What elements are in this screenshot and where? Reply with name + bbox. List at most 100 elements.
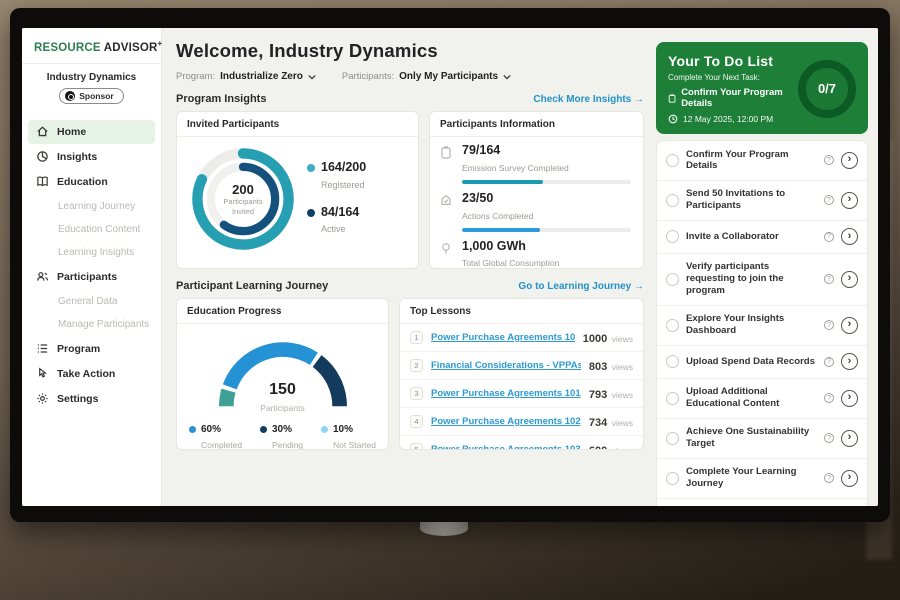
chevron-right-icon[interactable]: ›: [841, 353, 858, 370]
sidebar-item-home[interactable]: Home: [28, 120, 155, 144]
clipboard-icon: [668, 93, 676, 104]
task-row[interactable]: Verify participants requesting to join t…: [657, 254, 867, 306]
chevron-right-icon[interactable]: ›: [841, 430, 858, 447]
sidebar-item-manage-participants[interactable]: Manage Participants: [28, 313, 155, 336]
gauge-center-value: 150: [208, 382, 358, 398]
task-row[interactable]: Send 50 Invitations to Participants ? ›: [657, 181, 867, 221]
lesson-row: 5 Power Purchase Agreements 103 600 view…: [400, 436, 643, 450]
invited-participants-card: Invited Participants 200 Partic: [176, 111, 419, 269]
legend-dot: [307, 164, 315, 172]
task-row[interactable]: Explore Your Insights Dashboard ? ›: [657, 306, 867, 346]
chevron-right-icon[interactable]: ›: [841, 390, 858, 407]
lesson-row: 3 Power Purchase Agreements 101 793 view…: [400, 380, 643, 408]
go-to-learning-journey-link[interactable]: Go to Learning Journey →: [518, 281, 644, 292]
chevron-right-icon[interactable]: ›: [841, 271, 858, 288]
sidebar-item-label: Take Action: [57, 368, 115, 380]
task-checkbox[interactable]: [666, 392, 679, 405]
task-row[interactable]: Confirm Your Program Details ? ›: [657, 141, 867, 181]
lesson-rank: 2: [410, 359, 423, 372]
sponsor-badge[interactable]: Sponsor: [59, 88, 123, 104]
top-lessons-card: Top Lessons 1 Power Purchase Agreements …: [399, 298, 644, 450]
lesson-views: 600 views: [589, 441, 633, 451]
sidebar-item-education[interactable]: Education: [28, 170, 155, 194]
sidebar-item-learning-journey[interactable]: Learning Journey: [28, 195, 155, 218]
stat-emission-survey: 79/164Emission Survey Completed: [440, 144, 631, 176]
legend-not-started: 10%Not Started: [321, 424, 376, 450]
card-title: Top Lessons: [400, 299, 643, 324]
legend-active: 84/164Active: [307, 206, 366, 237]
lesson-link[interactable]: Financial Considerations - VPPAs: [431, 360, 581, 371]
legend-pending: 30%Pending: [260, 424, 303, 450]
task-checkbox[interactable]: [666, 230, 679, 243]
task-checkbox[interactable]: [666, 154, 679, 167]
chevron-right-icon[interactable]: ›: [841, 152, 858, 169]
task-checkbox[interactable]: [666, 355, 679, 368]
collapse-tasks-link[interactable]: Collapse Tasks: [657, 499, 867, 506]
chevron-right-icon[interactable]: ›: [841, 228, 858, 245]
task-row[interactable]: Complete Your Learning Journey ? ›: [657, 459, 867, 499]
info-icon[interactable]: ?: [824, 320, 834, 330]
chevron-right-icon[interactable]: ›: [841, 192, 858, 209]
info-icon[interactable]: ?: [824, 433, 834, 443]
program-insights-title: Program Insights: [176, 93, 266, 105]
todo-next-task: Confirm Your Program Details: [681, 87, 792, 109]
lesson-views: 803 views: [589, 357, 633, 375]
info-icon[interactable]: ?: [824, 232, 834, 242]
lesson-row: 1 Power Purchase Agreements 101 1000 vie…: [400, 324, 643, 352]
chevron-right-icon[interactable]: ›: [841, 470, 858, 487]
info-icon[interactable]: ?: [824, 155, 834, 165]
main-panel: Welcome, Industry Dynamics Program: Indu…: [162, 28, 654, 506]
info-icon[interactable]: ?: [824, 195, 834, 205]
info-icon[interactable]: ?: [824, 357, 834, 367]
info-icon[interactable]: ?: [824, 274, 834, 284]
sidebar-item-label: Insights: [57, 151, 97, 163]
sidebar-item-take-action[interactable]: Take Action: [28, 362, 155, 386]
sidebar-item-program[interactable]: Program: [28, 337, 155, 361]
take-action-icon: [36, 367, 49, 380]
chevron-right-icon[interactable]: ›: [841, 317, 858, 334]
lesson-link[interactable]: Power Purchase Agreements 101: [431, 332, 575, 343]
sidebar-item-settings[interactable]: Settings: [28, 387, 155, 411]
check-more-insights-link[interactable]: Check More Insights →: [533, 94, 644, 105]
participants-dropdown[interactable]: Participants: Only My Participants: [342, 71, 511, 82]
program-dropdown[interactable]: Program: Industrialize Zero: [176, 71, 316, 82]
learning-journey-title: Participant Learning Journey: [176, 280, 328, 292]
todo-title: Your To Do List: [668, 53, 792, 69]
lesson-link[interactable]: Power Purchase Agreements 103: [431, 444, 581, 450]
lesson-link[interactable]: Power Purchase Agreements 102: [431, 416, 581, 427]
sidebar-item-general-data[interactable]: General Data: [28, 290, 155, 313]
sidebar-nav: Home Insights Education Learning Journey…: [22, 115, 161, 411]
info-icon[interactable]: ?: [824, 473, 834, 483]
card-title: Invited Participants: [177, 112, 418, 137]
task-checkbox[interactable]: [666, 194, 679, 207]
sponsor-badge-label: Sponsor: [79, 91, 113, 101]
todo-summary-card: Your To Do List Complete Your Next Task:…: [656, 42, 868, 134]
page-title: Welcome, Industry Dynamics: [176, 40, 644, 62]
sidebar-item-education-content[interactable]: Education Content: [28, 218, 155, 241]
task-row[interactable]: Upload Additional Educational Content ? …: [657, 379, 867, 419]
task-row[interactable]: Upload Spend Data Records ? ›: [657, 346, 867, 379]
sidebar-item-learning-insights[interactable]: Learning Insights: [28, 241, 155, 264]
info-icon[interactable]: ?: [824, 393, 834, 403]
sidebar-item-insights[interactable]: Insights: [28, 145, 155, 169]
task-checkbox[interactable]: [666, 472, 679, 485]
todo-next-datetime: 12 May 2025, 12:00 PM: [683, 114, 773, 124]
resource-advisor-logo: RESOURCE ADVISOR+: [22, 28, 161, 64]
lesson-rank: 1: [410, 331, 423, 344]
sidebar-item-participants[interactable]: Participants: [28, 265, 155, 289]
todo-panel: Your To Do List Complete Your Next Task:…: [654, 28, 878, 506]
task-row[interactable]: Invite a Collaborator ? ›: [657, 221, 867, 254]
donut-center-label: ParticipantsInvited: [223, 197, 262, 216]
task-row[interactable]: Achieve One Sustainability Target ? ›: [657, 419, 867, 459]
settings-icon: [36, 392, 49, 405]
participants-information-card: Participants Information 79/164Emission …: [429, 111, 644, 269]
task-checkbox[interactable]: [666, 319, 679, 332]
lesson-link[interactable]: Power Purchase Agreements 101: [431, 388, 581, 399]
sidebar-item-label: Home: [57, 126, 86, 138]
sidebar-item-label: Program: [57, 343, 100, 355]
stat-actions-completed: 23/50Actions Completed: [440, 192, 631, 224]
sidebar-item-label: Participants: [57, 271, 117, 283]
task-checkbox[interactable]: [666, 432, 679, 445]
legend-registered: 164/200Registered: [307, 161, 366, 192]
task-checkbox[interactable]: [666, 273, 679, 286]
